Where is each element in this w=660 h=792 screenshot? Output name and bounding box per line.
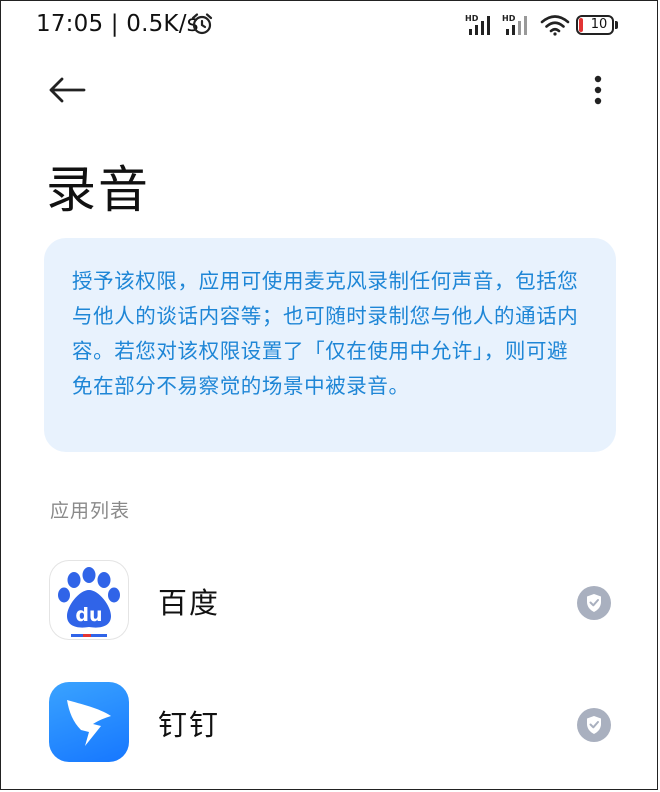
alarm-icon [191, 13, 213, 35]
more-vertical-icon [594, 75, 602, 105]
dingtalk-app-icon [49, 682, 129, 762]
baidu-app-icon: du [49, 560, 129, 640]
svg-text:du: du [75, 604, 102, 626]
arrow-left-icon [49, 77, 86, 103]
permission-description: 授予该权限，应用可使用麦克风录制任何声音，包括您与他人的谈话内容等；也可随时录制… [72, 269, 579, 398]
signal-hd-icon: HD [502, 14, 527, 35]
signal-hd-icon: HD [465, 14, 490, 35]
battery-level-text: 10 [590, 17, 608, 32]
page-title: 录音 [46, 161, 150, 219]
app-list-item-baidu[interactable]: du 百度 [0, 556, 660, 650]
battery-icon: 10 [576, 15, 620, 37]
app-name: 百度 [158, 586, 221, 620]
svg-text:HD: HD [465, 14, 479, 23]
svg-text:HD: HD [502, 14, 516, 23]
permission-info-card: 授予该权限，应用可使用麦克风录制任何声音，包括您与他人的谈话内容等；也可随时录制… [44, 238, 616, 452]
more-options-button[interactable] [582, 70, 614, 110]
shield-check-icon [577, 708, 611, 742]
shield-check-icon [577, 586, 611, 620]
app-list-section-label: 应用列表 [50, 500, 131, 522]
app-name: 钉钉 [158, 708, 221, 742]
status-bar: 17:05 | 0.5K/s HD HD 10 [0, 0, 660, 52]
back-button[interactable] [44, 70, 90, 110]
app-list-item-dingtalk[interactable]: 钉钉 [0, 678, 660, 772]
wifi-icon [540, 15, 570, 36]
status-time: 17:05 | 0.5K/s [36, 11, 199, 37]
